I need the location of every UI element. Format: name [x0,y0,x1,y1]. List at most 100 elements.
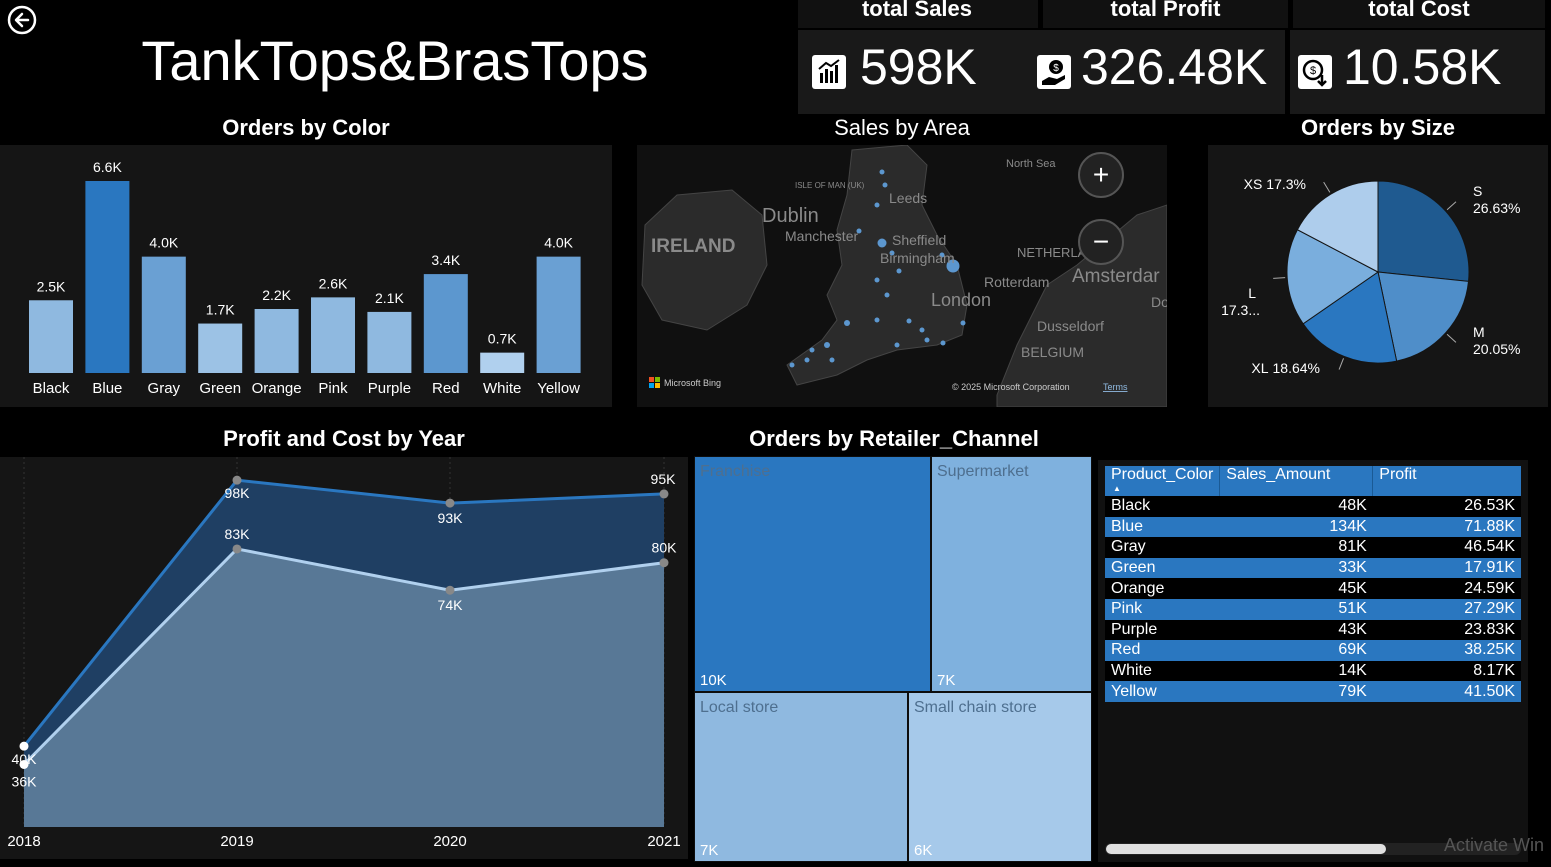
treemap-cell-franchise[interactable]: Franchise 10K [694,456,931,692]
svg-text:+: + [1093,159,1109,190]
area-series-2[interactable] [24,548,664,827]
x-tick-label: 2019 [220,833,253,850]
table-row[interactable]: Orange 45K 24.59K [1105,578,1521,599]
x-tick-label: Green [199,380,241,397]
table-row[interactable]: Purple 43K 23.83K [1105,619,1521,641]
table-row[interactable]: Yellow 79K 41.50K [1105,681,1521,702]
data-point[interactable] [445,585,455,595]
x-tick-label: Black [33,380,70,397]
x-tick-label: Orange [252,380,302,397]
cell-profit: 23.83K [1372,619,1521,641]
data-point[interactable] [19,741,29,751]
bar-orange[interactable] [254,309,299,373]
map-canvas[interactable]: North Sea ISLE OF MAN (UK) Dublin IRELAN… [637,144,1174,408]
cell-sales-amount: 43K [1219,619,1373,641]
profit-cost-chart[interactable]: 40K 98K 93K 95K 36K 83K 74K 80K 2018 2019 2020 2021 [0,457,688,859]
zoom-out-button[interactable]: − [1078,219,1124,265]
treemap-label: Local store [700,699,779,716]
bar-gray[interactable] [141,256,186,373]
table-row[interactable]: Pink 51K 27.29K [1105,598,1521,620]
product-table-panel[interactable]: Product_Color Sales_Amount Profit Black 4… [1098,460,1528,862]
x-tick-label: Pink [318,380,348,397]
cell-product-color: Orange [1105,578,1220,599]
data-label: 36K [12,773,38,789]
treemap-cell-supermarket[interactable]: Supermarket 7K [931,456,1092,692]
coin-down-icon: $ [1298,55,1332,89]
cell-profit: 27.29K [1372,598,1521,620]
map-label-leeds: Leeds [889,190,927,206]
cell-sales-amount: 51K [1219,598,1373,620]
data-label: 93K [438,510,464,526]
table-row[interactable]: Green 33K 17.91K [1105,557,1521,579]
cell-product-color: Yellow [1105,681,1220,702]
column-header-product-color[interactable]: Product_Color [1105,466,1221,496]
pie-leader-line [1446,201,1457,211]
data-point[interactable] [232,475,242,485]
treemap-cell-local-store[interactable]: Local store 7K [694,692,908,862]
table-row[interactable]: Gray 81K 46.54K [1105,537,1521,558]
pie-leader-line [1323,181,1331,193]
kpi-value-total-cost: 10.58K [1343,39,1502,95]
cell-profit: 8.17K [1372,660,1521,682]
bar-data-label: 2.6K [319,275,348,291]
sales-by-area-map[interactable]: North Sea ISLE OF MAN (UK) Dublin IRELAN… [637,144,1174,408]
bar-yellow[interactable] [536,256,581,373]
cell-product-color: Blue [1105,516,1220,538]
data-point[interactable] [659,558,669,568]
orders-by-color-chart[interactable]: 2.5K Black 6.6K Blue 4.0K Gray 1.7K Green 2.2K Or… [0,145,612,407]
activate-windows-watermark: Activate Win [1444,835,1545,855]
map-label-birmingham: Birmingham [880,250,955,266]
data-label: 98K [225,485,251,501]
data-point[interactable] [445,498,455,508]
sales-by-area-title: Sales by Area [834,115,970,140]
pie-leader-line [1273,277,1286,279]
bar-data-label: 2.2K [262,287,291,303]
zoom-in-button[interactable]: + [1078,152,1124,198]
x-tick-label: Blue [92,380,122,397]
column-header-sales-amount[interactable]: Sales_Amount [1219,466,1374,496]
bar-green[interactable] [198,323,243,373]
table-row[interactable]: Red 69K 38.25K [1105,640,1521,661]
bar-purple[interactable] [367,311,412,373]
map-label-dusseldorf: Dusseldorf [1037,318,1104,334]
table-row[interactable]: Blue 134K 71.88K [1105,516,1521,538]
bar-white[interactable] [480,352,525,373]
map-label-netherlands: NETHERLA [1017,245,1087,260]
x-tick-label: White [483,380,521,397]
channel-treemap[interactable]: Franchise 10K Supermarket 7K Local store 7K Sm… [694,456,1092,862]
scrollbar-thumb[interactable] [1106,844,1386,854]
treemap-cell-small-chain-store[interactable]: Small chain store 6K [908,692,1092,862]
data-point[interactable] [659,489,669,499]
kpi-label-total-sales: total Sales [861,0,973,21]
data-label: 95K [651,471,677,487]
bar-data-label: 2.5K [37,278,66,294]
x-tick-label: 2018 [7,833,40,850]
treemap-value: 6K [914,842,933,859]
cell-sales-amount: 14K [1219,660,1373,682]
column-header-profit[interactable]: Profit [1372,466,1521,496]
cell-sales-amount: 134K [1219,516,1373,538]
cell-sales-amount: 33K [1219,557,1373,579]
bar-blue[interactable] [85,181,130,373]
treemap-label: Small chain store [914,699,1037,716]
bar-data-label: 0.7K [488,331,517,347]
table-row[interactable]: White 14K 8.17K [1105,660,1521,682]
pie-slice-s[interactable] [1377,180,1470,282]
table-row[interactable]: Black 48K 26.53K [1105,496,1521,517]
data-label: 83K [225,526,251,542]
bar-pink[interactable] [311,297,355,373]
kpi-value-total-profit: 326.48K [1081,39,1268,95]
data-point[interactable] [232,544,242,554]
orders-by-size-chart[interactable]: S 26.63% M 20.05% XL 18.64% L 17.3... XS 17.3% [1208,145,1548,407]
sort-indicator-icon: ▲ [1113,484,1121,493]
cell-sales-amount: 45K [1219,578,1373,599]
bar-red[interactable] [423,274,468,373]
pie-value-m: 20.05% [1473,341,1520,357]
map-label-ireland: IRELAND [651,236,735,257]
x-tick-label: 2021 [647,833,680,850]
bar-black[interactable] [29,300,73,373]
pie-label-xl: XL 18.64% [1251,360,1320,376]
back-button[interactable] [6,4,38,36]
data-point[interactable] [19,759,29,769]
map-terms-link[interactable]: Terms [1103,382,1128,392]
